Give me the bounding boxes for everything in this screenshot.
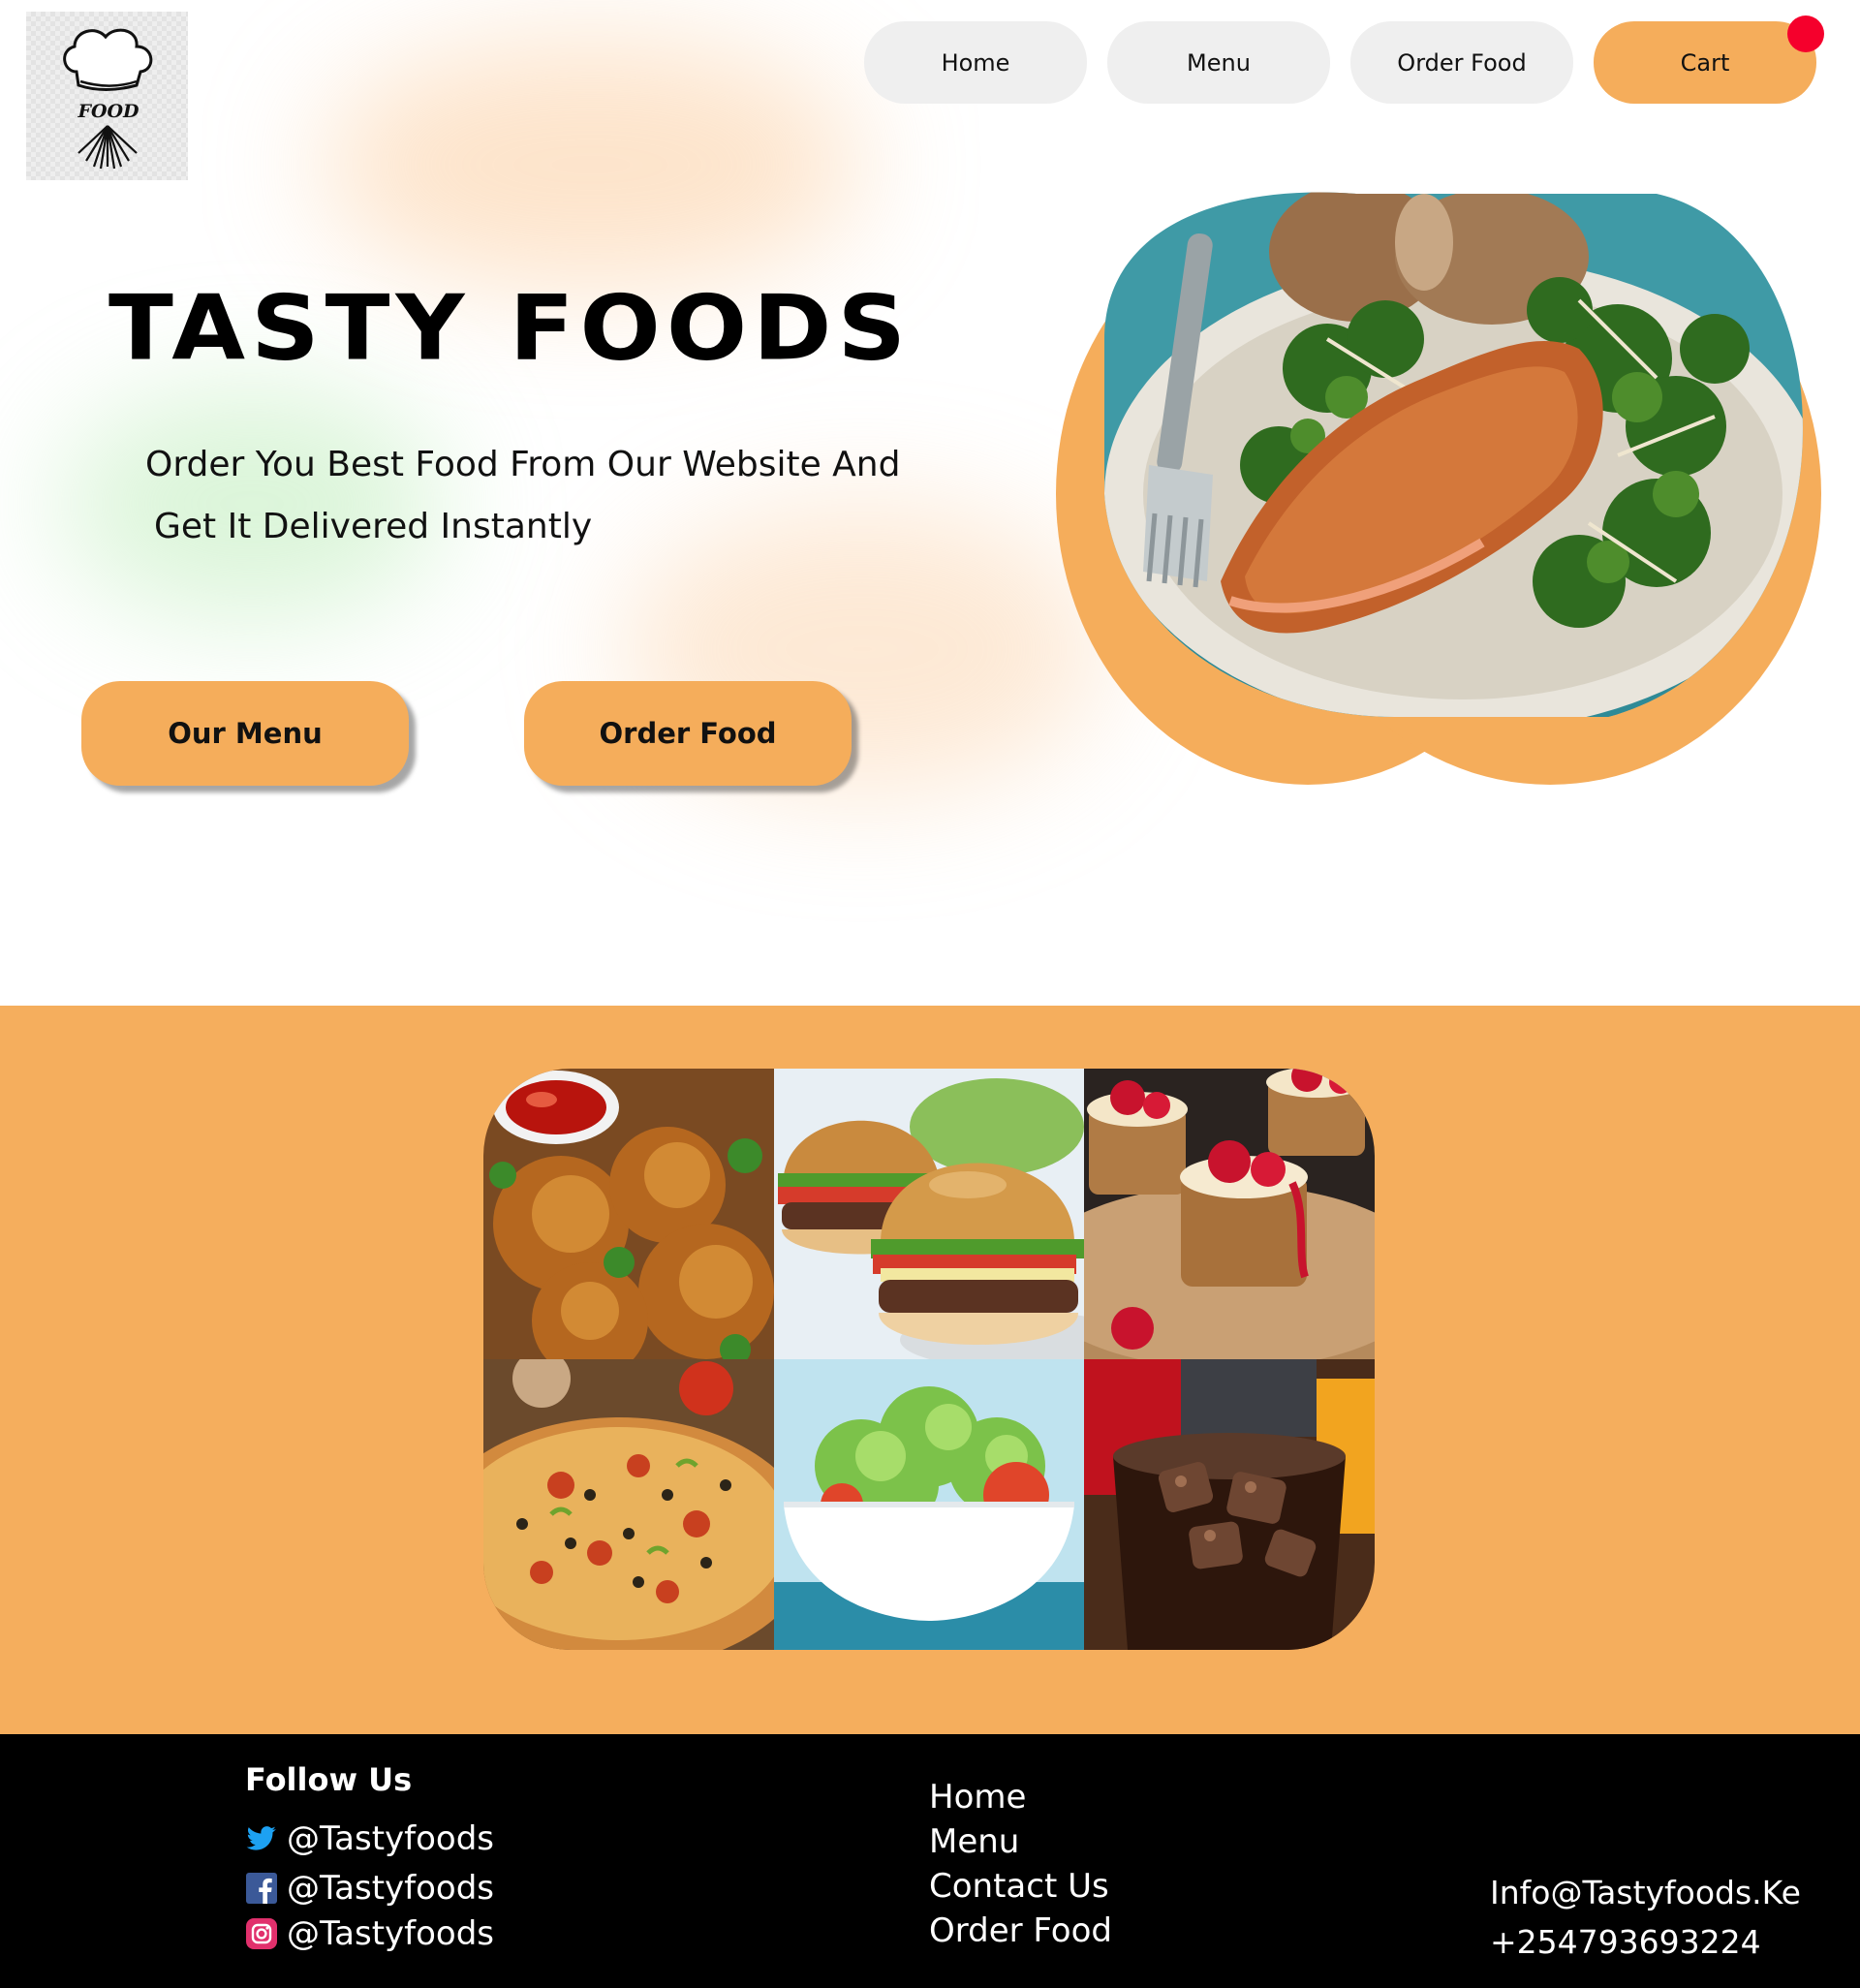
cheesecake-icon	[1084, 1069, 1375, 1359]
hero-subtitle: Order You Best Food From Our Website And…	[145, 434, 900, 558]
soda-icon	[1084, 1359, 1375, 1650]
food-gallery-grid	[483, 1069, 1375, 1650]
main-nav: Home Menu Order Food Cart	[864, 16, 1824, 104]
hero-title: TASTY FOODS	[108, 275, 913, 382]
site-footer: Follow Us @Tastyfoods @Tastyfoods @Tasty…	[0, 1734, 1860, 1988]
pizza-icon	[483, 1359, 774, 1650]
nav-order-food-button[interactable]: Order Food	[1350, 21, 1573, 104]
hero-subtitle-line: Get It Delivered Instantly	[154, 507, 593, 546]
nav-menu-button[interactable]: Menu	[1107, 21, 1330, 104]
facebook-icon	[245, 1873, 277, 1905]
footer-link-contact-us[interactable]: Contact Us	[929, 1864, 1112, 1909]
instagram-link[interactable]: @Tastyfoods	[245, 1914, 494, 1953]
gallery-item[interactable]	[1084, 1069, 1375, 1359]
gallery-item[interactable]	[1084, 1359, 1375, 1650]
order-food-button[interactable]: Order Food	[524, 681, 852, 786]
contact-email[interactable]: Info@Tastyfoods.Ke	[1490, 1868, 1801, 1917]
nav-cart-button[interactable]: Cart	[1594, 16, 1824, 104]
chef-logo[interactable]: FOOD	[26, 12, 188, 180]
footer-link-order-food[interactable]: Order Food	[929, 1909, 1112, 1953]
our-menu-button[interactable]: Our Menu	[81, 681, 409, 786]
gallery-item[interactable]	[774, 1359, 1084, 1650]
decor-blob	[320, 39, 862, 291]
cart-label: Cart	[1680, 48, 1730, 77]
twitter-link[interactable]: @Tastyfoods	[245, 1819, 494, 1858]
facebook-link[interactable]: @Tastyfoods	[245, 1869, 494, 1908]
footer-link-home[interactable]: Home	[929, 1775, 1112, 1819]
logo-wordmark: FOOD	[78, 101, 140, 122]
footer-nav: Home Menu Contact Us Order Food	[929, 1775, 1112, 1953]
hero-subtitle-line: Order You Best Food From Our Website And	[145, 445, 901, 484]
footer-link-menu[interactable]: Menu	[929, 1819, 1112, 1864]
burger-icon	[774, 1069, 1084, 1359]
hero-section: FOOD Home Menu Order Food Cart TASTY FOO…	[0, 0, 1860, 1006]
instagram-icon	[245, 1918, 277, 1950]
food-gallery-section	[0, 1006, 1860, 1734]
nav-home-button[interactable]: Home	[864, 21, 1087, 104]
salad-icon	[774, 1359, 1084, 1650]
follow-us-heading: Follow Us	[245, 1761, 413, 1798]
gallery-item[interactable]	[774, 1069, 1084, 1359]
gallery-item[interactable]	[483, 1359, 774, 1650]
chef-hat-icon	[63, 28, 153, 170]
gallery-item[interactable]	[483, 1069, 774, 1359]
cart-notification-badge	[1787, 16, 1824, 52]
fried-chicken-icon	[483, 1069, 774, 1359]
twitter-icon	[245, 1823, 277, 1855]
salmon-plate-image	[1056, 192, 1821, 785]
twitter-handle: @Tastyfoods	[287, 1819, 495, 1858]
instagram-handle: @Tastyfoods	[287, 1914, 495, 1953]
contact-info: Info@Tastyfoods.Ke +254793693224	[1490, 1868, 1801, 1967]
contact-phone[interactable]: +254793693224	[1490, 1917, 1801, 1967]
facebook-handle: @Tastyfoods	[287, 1869, 495, 1908]
